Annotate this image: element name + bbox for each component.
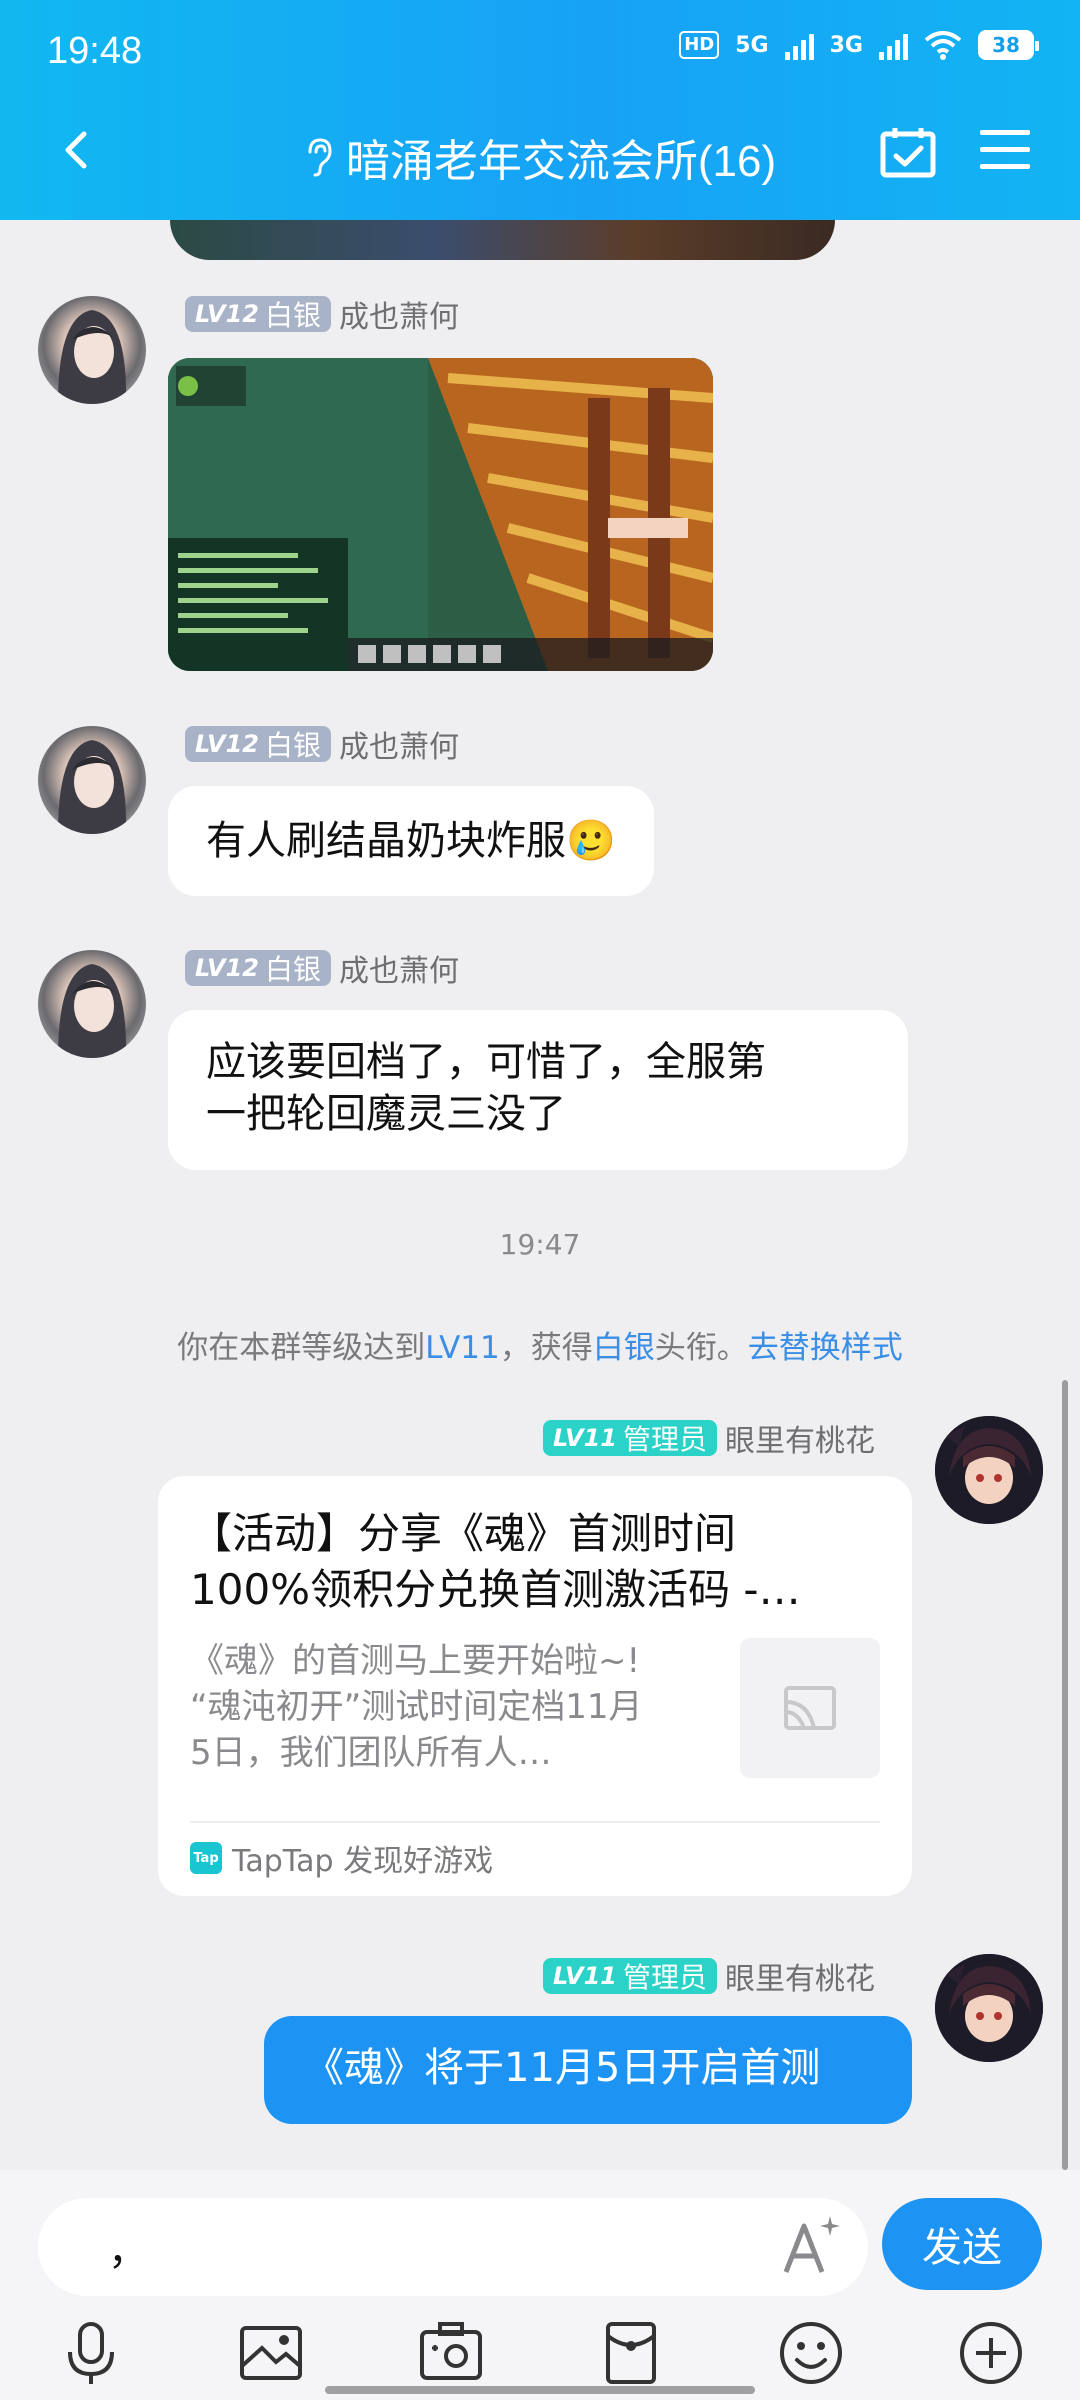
wifi-icon bbox=[924, 31, 962, 60]
admin-badge: LV11 管理员 bbox=[543, 1420, 717, 1456]
home-indicator[interactable] bbox=[325, 2386, 755, 2394]
sender-name[interactable]: 眼里有桃花 bbox=[725, 1416, 875, 1460]
page-title: 暗涌老年交流会所(16) bbox=[345, 137, 777, 186]
sender-info: LV12 白银 成也萧何 bbox=[185, 292, 459, 336]
previous-image-message[interactable] bbox=[170, 220, 835, 260]
image-icon[interactable] bbox=[236, 2318, 306, 2388]
signal-icon bbox=[784, 30, 814, 60]
chat-messages[interactable]: LV12 白银 成也萧何 LV12 白银 成也萧何 有人刷结晶奶块炸服🥲 LV1… bbox=[0, 220, 1080, 2170]
message-text-line1: 应该要回档了，可惜了，全服第 bbox=[206, 1039, 766, 1085]
emoji-icon: 🥲 bbox=[566, 818, 616, 864]
font-style-icon[interactable] bbox=[778, 2212, 844, 2278]
taptap-icon: Tap bbox=[190, 1842, 222, 1874]
game-screenshot bbox=[168, 358, 713, 671]
menu-icon[interactable] bbox=[980, 128, 1030, 172]
card-description: 《魂》的首测马上要开始啦~! “魂沌初开”测试时间定档11月 5日，我们团队所有… bbox=[190, 1641, 643, 1773]
calendar-check-icon[interactable] bbox=[880, 126, 936, 178]
avatar[interactable] bbox=[38, 726, 146, 834]
plus-icon[interactable] bbox=[956, 2318, 1026, 2388]
microphone-icon[interactable] bbox=[56, 2318, 126, 2388]
my-text-message[interactable]: 《魂》将于11月5日开启首测 bbox=[264, 2016, 912, 2124]
battery-level: 38 bbox=[992, 33, 1020, 57]
sender-name[interactable]: 成也萧何 bbox=[339, 722, 459, 766]
network-3g-label: 3G bbox=[829, 32, 863, 58]
timestamp: 19:47 bbox=[499, 1228, 581, 1261]
avatar-portrait bbox=[58, 964, 127, 1058]
sender-info: LV12 白银 成也萧何 bbox=[185, 946, 459, 990]
hd-icon: HD bbox=[679, 31, 720, 59]
message-text: 《魂》将于11月5日开启首测 bbox=[304, 2045, 821, 2091]
title-link: 白银 bbox=[592, 1330, 655, 1366]
card-title-line1: 【活动】分享《魂》首测时间 bbox=[190, 1509, 737, 1558]
avatar[interactable] bbox=[935, 1954, 1043, 2062]
cast-placeholder-icon bbox=[784, 1686, 836, 1730]
card-source: Tap TapTap 发现好游戏 bbox=[190, 1836, 493, 1880]
avatar[interactable] bbox=[38, 296, 146, 404]
send-button[interactable]: 发送 bbox=[882, 2198, 1042, 2290]
sender-name[interactable]: 成也萧何 bbox=[339, 946, 459, 990]
level-badge: LV12 白银 bbox=[185, 950, 331, 986]
message-text: 有人刷结晶奶块炸服 bbox=[206, 818, 566, 864]
input-bar: ， 发送 bbox=[0, 2170, 1080, 2400]
change-style-link[interactable]: 去替换样式 bbox=[748, 1330, 903, 1366]
camera-icon[interactable] bbox=[416, 2318, 486, 2388]
message-input[interactable]: ， bbox=[38, 2198, 868, 2296]
avatar[interactable] bbox=[935, 1416, 1043, 1524]
status-time: 19:48 bbox=[47, 30, 143, 72]
sender-name[interactable]: 眼里有桃花 bbox=[725, 1954, 875, 1998]
red-packet-icon[interactable] bbox=[596, 2318, 666, 2388]
link-card[interactable]: 【活动】分享《魂》首测时间 100%领积分兑换首测激活码 -… 《魂》的首测马上… bbox=[158, 1476, 912, 1896]
sender-info: LV11 管理员 眼里有桃花 bbox=[543, 1954, 875, 1998]
scrollbar[interactable] bbox=[1062, 1380, 1068, 2170]
image-message[interactable] bbox=[168, 358, 713, 671]
network-5g-label: 5G bbox=[735, 32, 769, 58]
text-message[interactable]: 有人刷结晶奶块炸服🥲 bbox=[168, 786, 654, 896]
avatar-portrait bbox=[58, 310, 127, 404]
battery-icon: 38 bbox=[978, 30, 1039, 60]
input-value: ， bbox=[108, 2228, 148, 2274]
sender-info: LV11 管理员 眼里有桃花 bbox=[543, 1416, 875, 1460]
admin-badge: LV11 管理员 bbox=[543, 1958, 717, 1994]
avatar-portrait bbox=[935, 1954, 1043, 2062]
sender-info: LV12 白银 成也萧何 bbox=[185, 722, 459, 766]
text-message[interactable]: 应该要回档了，可惜了，全服第 一把轮回魔灵三没了 bbox=[168, 1010, 908, 1170]
level-badge: LV12 白银 bbox=[185, 296, 331, 332]
card-title-line2: 100%领积分兑换首测激活码 -… bbox=[190, 1565, 801, 1614]
status-bar: 19:48 HD 5G 3G 38 bbox=[0, 0, 1080, 100]
card-divider bbox=[190, 1821, 880, 1823]
input-toolbar bbox=[0, 2318, 1080, 2388]
card-source-label: TapTap 发现好游戏 bbox=[232, 1844, 494, 1879]
system-message: 你在本群等级达到LV11，获得白银头衔。去替换样式 bbox=[177, 1330, 903, 1366]
sender-name[interactable]: 成也萧何 bbox=[339, 292, 459, 336]
ear-icon[interactable] bbox=[304, 136, 334, 178]
level-badge: LV12 白银 bbox=[185, 726, 331, 762]
card-thumbnail bbox=[740, 1638, 880, 1778]
level-link: LV11 bbox=[425, 1330, 500, 1366]
avatar[interactable] bbox=[38, 950, 146, 1058]
status-icons: HD 5G 3G 38 bbox=[679, 30, 1039, 60]
avatar-portrait bbox=[58, 740, 127, 834]
signal-icon-2 bbox=[879, 30, 908, 60]
chat-header: 19:48 HD 5G 3G 38 暗涌老年交流会所(16) bbox=[0, 0, 1080, 220]
emoji-icon[interactable] bbox=[776, 2318, 846, 2388]
message-text-line2: 一把轮回魔灵三没了 bbox=[206, 1091, 566, 1137]
avatar-portrait bbox=[935, 1416, 1043, 1524]
